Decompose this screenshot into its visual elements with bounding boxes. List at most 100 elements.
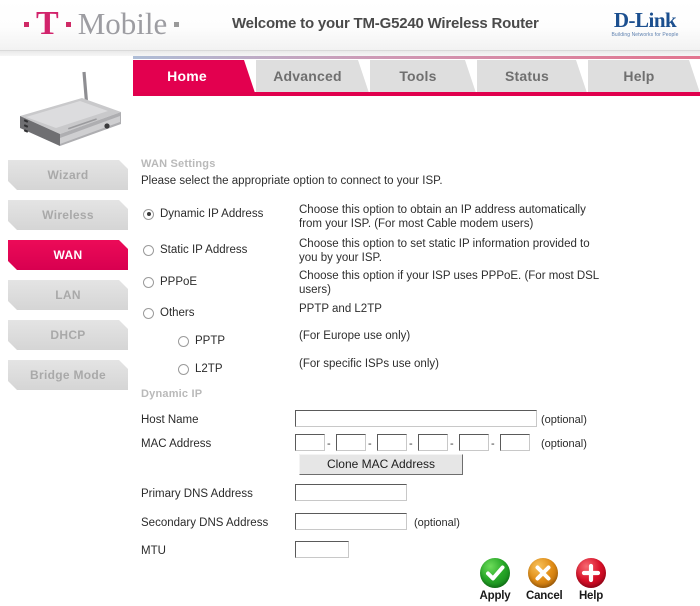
router-illustration [20,71,121,146]
option-others[interactable]: Others [143,307,195,319]
secondary-dns-input[interactable] [295,513,407,530]
option-dynamic-ip-label: Dynamic IP Address [160,208,264,220]
tab-list: Home Advanced Tools Status Help [133,60,700,93]
sidebar-item-bridge-mode[interactable]: Bridge Mode [8,360,128,390]
sidebar-menu: Wizard Wireless WAN LAN DHCP Bridge Mode [8,160,128,400]
option-pppoe-description: Choose this option if your ISP uses PPPo… [299,270,599,296]
clone-mac-address-button[interactable]: Clone MAC Address [299,454,463,475]
primary-dns-input[interactable] [295,484,407,501]
sidebar-item-bridge-mode-label: Bridge Mode [30,368,106,382]
option-dynamic-ip-description: Choose this option to obtain an IP addre… [299,204,586,230]
cancel-button-label: Cancel [526,590,563,602]
section-subtitle: Please select the appropriate option to … [141,175,443,187]
tmobile-logo: T Mobile [24,5,180,42]
tab-advanced-label: Advanced [273,68,342,84]
tab-help[interactable]: Help [588,60,700,93]
tab-advanced[interactable]: Advanced [256,60,369,93]
radio-others-icon[interactable] [143,307,154,319]
tab-help-label: Help [623,68,655,84]
tabstrip-top-accent [133,56,700,59]
option-l2tp-label: L2TP [195,363,223,375]
option-static-ip-description: Choose this option to set static IP info… [299,238,590,264]
radio-l2tp-icon[interactable] [178,363,189,375]
radio-dynamic-ip-icon[interactable] [143,208,154,220]
mac-address-note: (optional) [541,438,587,450]
radio-pppoe-icon[interactable] [143,276,154,288]
section-title: WAN Settings [141,158,216,170]
sidebar: Wizard Wireless WAN LAN DHCP Bridge Mode [0,60,133,606]
mac-address-label: MAC Address [141,438,212,450]
option-pptp-description: (For Europe use only) [299,330,411,342]
option-dynamic-ip[interactable]: Dynamic IP Address [143,208,263,220]
mac-segment-4[interactable] [418,434,448,451]
logo-dot-mid [65,21,71,27]
action-bar: Apply Cancel Help [478,558,608,606]
sidebar-item-wizard[interactable]: Wizard [8,160,128,190]
main-content: WAN Settings Please select the appropria… [133,96,700,606]
tab-home-label: Home [167,68,207,84]
tab-tools-label: Tools [399,68,437,84]
dynamic-ip-title: Dynamic IP [141,388,203,400]
help-button[interactable]: Help [574,558,608,606]
sidebar-item-wan[interactable]: WAN [8,240,128,270]
option-static-ip[interactable]: Static IP Address [143,244,247,256]
sidebar-item-wizard-label: Wizard [47,168,89,182]
radio-static-ip-icon[interactable] [143,244,154,256]
mac-separator-2: - [368,438,372,450]
option-others-label: Others [160,307,195,319]
option-pppoe-label: PPPoE [160,276,198,288]
option-l2tp-description: (For specific ISPs use only) [299,358,439,370]
mac-segment-2[interactable] [336,434,366,451]
dlink-wordmark: D-Link [613,8,677,32]
tab-status-label: Status [505,68,549,84]
welcome-title: Welcome to your TM-G5240 Wireless Router [232,15,539,32]
sidebar-item-wireless[interactable]: Wireless [8,200,128,230]
option-static-ip-label: Static IP Address [160,244,248,256]
apply-button-label: Apply [479,590,511,602]
sidebar-item-lan[interactable]: LAN [8,280,128,310]
logo-dot-left [24,21,29,27]
option-pptp[interactable]: PPTP [178,335,225,347]
sidebar-item-wan-label: WAN [53,248,83,262]
host-name-label: Host Name [141,414,199,426]
dlink-tagline: Building Networks for People [611,32,679,38]
mac-segment-3[interactable] [377,434,407,451]
mac-separator-3: - [409,438,413,450]
sidebar-item-dhcp-label: DHCP [50,328,86,342]
tmobile-t-mark: T [36,5,59,42]
x-circle-icon [528,558,558,588]
tmobile-wordmark: Mobile [77,6,168,41]
tab-tools[interactable]: Tools [370,60,476,93]
host-name-note: (optional) [541,414,587,426]
tab-status[interactable]: Status [477,60,587,93]
secondary-dns-label: Secondary DNS Address [141,517,269,529]
option-others-description: PPTP and L2TP [299,303,382,315]
radio-pptp-icon[interactable] [178,335,189,347]
sidebar-item-lan-label: LAN [55,288,81,302]
mac-separator-4: - [450,438,454,450]
header-divider-line [0,50,700,51]
apply-button[interactable]: Apply [478,558,512,606]
tab-home[interactable]: Home [133,60,255,93]
logo-dot-right [174,21,180,27]
mac-separator-1: - [327,438,331,450]
sidebar-item-wireless-label: Wireless [42,208,94,222]
option-pptp-label: PPTP [195,335,226,347]
check-circle-icon [480,558,510,588]
option-pppoe[interactable]: PPPoE [143,276,197,288]
sidebar-item-dhcp[interactable]: DHCP [8,320,128,350]
mtu-label: MTU [141,545,166,557]
plus-circle-icon [576,558,606,588]
option-l2tp[interactable]: L2TP [178,363,223,375]
secondary-dns-note: (optional) [414,517,460,529]
mac-segment-1[interactable] [295,434,325,451]
mtu-input[interactable] [295,541,349,558]
mac-segment-5[interactable] [459,434,489,451]
mac-separator-5: - [491,438,495,450]
help-button-label: Help [578,590,604,602]
host-name-input[interactable] [295,410,537,427]
cancel-button[interactable]: Cancel [526,558,563,606]
page-header: T Mobile Welcome to your TM-G5240 Wirele… [0,0,700,50]
mac-segment-6[interactable] [500,434,530,451]
primary-dns-label: Primary DNS Address [141,488,253,500]
